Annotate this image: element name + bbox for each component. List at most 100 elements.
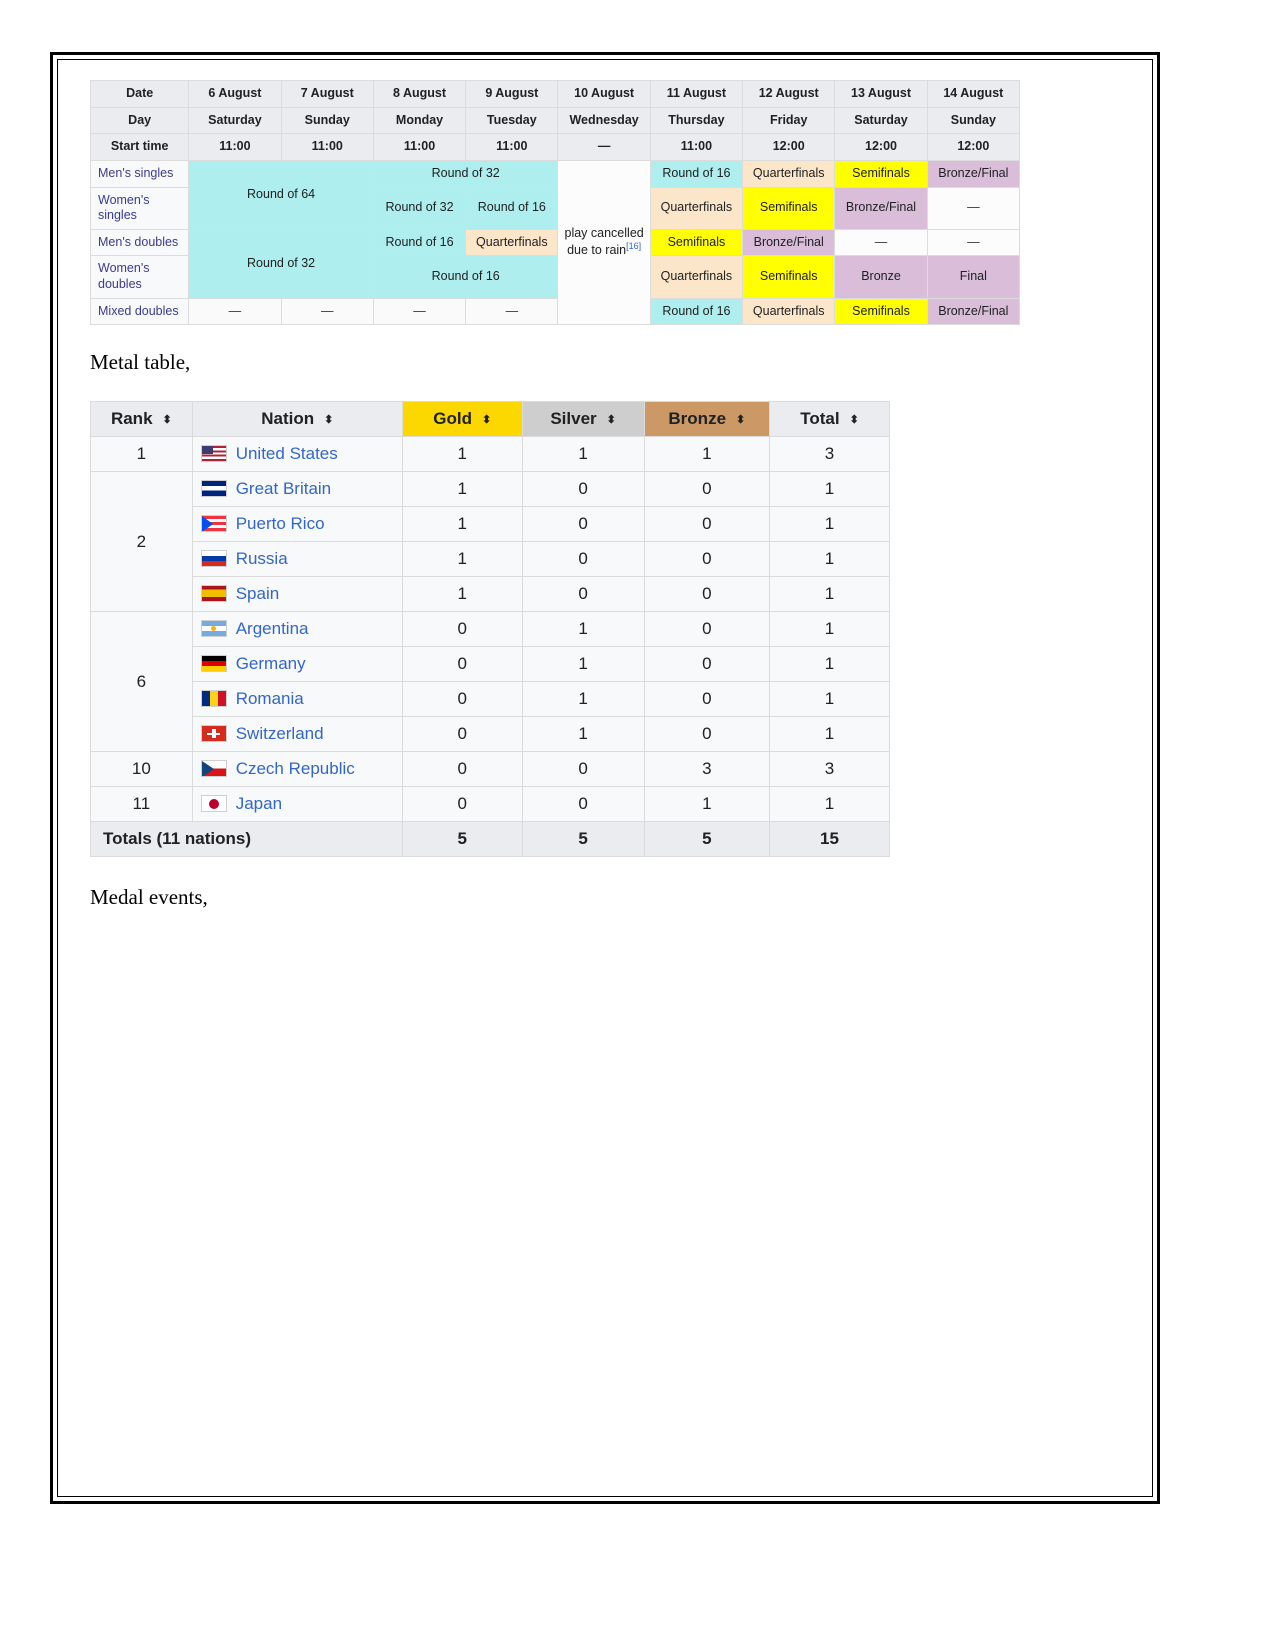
medal-header-gold[interactable]: Gold ⬍ [401, 401, 523, 438]
flag-icon-ru [200, 550, 227, 568]
table-row: 6 Argentina 0 1 0 1 [90, 611, 890, 753]
flag-icon-cz [200, 760, 227, 778]
schedule-day-7: Saturday [834, 106, 928, 135]
schedule-cell: Quarterfinals [742, 297, 836, 326]
medal-header-rank[interactable]: Rank ⬍ [90, 401, 193, 438]
medal-total-cell: 1 [769, 646, 890, 683]
sort-icon[interactable]: ⬍ [482, 415, 491, 426]
caption-medal-events: Medal events, [90, 885, 208, 910]
nation-link[interactable]: United States [236, 444, 338, 463]
medal-bronze-cell: 0 [643, 716, 771, 753]
nation-link[interactable]: Spain [236, 584, 279, 603]
schedule-day-2: Monday [372, 106, 467, 135]
medal-header-nation[interactable]: Nation ⬍ [191, 401, 403, 438]
nation-link[interactable]: Czech Republic [236, 759, 355, 778]
schedule-day-4: Wednesday [557, 106, 651, 135]
medal-rank-cell: 6 [90, 611, 193, 753]
medal-total-cell: 1 [769, 576, 890, 613]
schedule-cell: Round of 16 [372, 228, 467, 257]
nation-link[interactable]: Switzerland [236, 724, 324, 743]
schedule-date-8: 14 August [926, 80, 1021, 108]
nation-link[interactable]: Great Britain [236, 479, 331, 498]
medal-gold-cell: 0 [401, 646, 523, 683]
schedule-day-6: Friday [742, 106, 836, 135]
medal-bronze-cell: 1 [643, 436, 771, 473]
medal-gold-cell: 1 [401, 506, 523, 543]
medal-bronze-cell: 0 [643, 576, 771, 613]
flag-icon-ro [200, 690, 227, 708]
medal-nation-cell: Great Britain [191, 471, 403, 508]
medal-gold-cell: 1 [401, 436, 523, 473]
schedule-cell: — [465, 297, 559, 326]
table-row: 11 Japan 0 0 1 1 [90, 786, 890, 823]
sort-icon[interactable]: ⬍ [736, 415, 745, 426]
schedule-cell: Bronze [834, 255, 928, 299]
table-row: 2 Great Britain 1 0 0 1 [90, 471, 890, 613]
medal-bronze-cell: 0 [643, 611, 771, 648]
nation-link[interactable]: Germany [236, 654, 306, 673]
schedule-cell: — [926, 186, 1021, 230]
medal-rank-cell: 11 [90, 786, 193, 823]
table-row: 1 United States 1 1 1 3 [90, 436, 890, 473]
schedule-cell: — [280, 297, 374, 326]
medal-gold-cell: 1 [401, 541, 523, 578]
medal-header-silver[interactable]: Silver ⬍ [521, 401, 645, 438]
medal-header-bronze-label: Bronze [668, 409, 727, 429]
nation-link[interactable]: Argentina [236, 619, 309, 638]
schedule-event-label: Men's doubles [89, 228, 190, 257]
schedule-cell: Semifinals [649, 228, 744, 257]
schedule-event-label: Men's singles [89, 159, 190, 188]
schedule-cell: — [372, 297, 467, 326]
flag-icon-jp [200, 795, 227, 813]
schedule-row-mens-doubles: Men's doubles Round of 32 Round of 16 Qu… [89, 228, 1021, 299]
medal-gold-cell: 1 [401, 576, 523, 613]
nation-link[interactable]: Romania [236, 689, 304, 708]
flag-icon-pr [200, 515, 227, 533]
medal-rank-cell: 2 [90, 471, 193, 613]
medal-total-cell: 1 [769, 716, 890, 753]
sort-icon[interactable]: ⬍ [850, 415, 859, 426]
schedule-cell: Quarterfinals [649, 186, 744, 230]
schedule-label-start-time: Start time [89, 133, 190, 161]
sort-icon[interactable]: ⬍ [324, 415, 333, 426]
schedule-time-2: 11:00 [372, 133, 467, 161]
sort-icon[interactable]: ⬍ [163, 415, 172, 426]
schedule-label-date: Date [89, 80, 190, 108]
schedule-time-1: 11:00 [280, 133, 374, 161]
nation-link[interactable]: Puerto Rico [236, 514, 325, 533]
medal-bronze-cell: 1 [643, 786, 771, 823]
medal-header-bronze[interactable]: Bronze ⬍ [643, 401, 771, 438]
medal-gold-cell: 0 [401, 681, 523, 718]
schedule-date-6: 12 August [742, 80, 836, 108]
schedule-cell: Bronze/Final [926, 159, 1021, 188]
schedule-time-3: 11:00 [465, 133, 559, 161]
medal-header-total[interactable]: Total ⬍ [769, 401, 890, 438]
schedule-cell: — [188, 297, 282, 326]
medal-header-gold-label: Gold [433, 409, 472, 429]
medal-nation-cell: Russia [191, 541, 403, 578]
table-row: Spain 1 0 0 1 [91, 576, 890, 613]
schedule-event-label: Mixed doubles [89, 297, 190, 326]
medal-nation-cell: Romania [191, 681, 403, 718]
nation-link[interactable]: Japan [236, 794, 282, 813]
schedule-cell: Final [926, 255, 1021, 299]
flag-icon-us [200, 445, 227, 463]
medal-bronze-cell: 0 [643, 471, 771, 508]
sort-icon[interactable]: ⬍ [607, 415, 616, 426]
medal-nation-cell: United States [191, 436, 403, 473]
medal-totals-total: 15 [769, 821, 890, 858]
nation-link[interactable]: Russia [236, 549, 288, 568]
medal-bronze-cell: 0 [643, 506, 771, 543]
schedule-date-7: 13 August [834, 80, 928, 108]
schedule-cell: Round of 32 [188, 228, 374, 299]
medal-silver-cell: 1 [521, 681, 645, 718]
schedule-cell: Round of 16 [649, 297, 744, 326]
schedule-date-5: 11 August [649, 80, 744, 108]
medal-bronze-cell: 0 [643, 541, 771, 578]
flag-icon-de [200, 655, 227, 673]
medal-nation-cell: Spain [191, 576, 403, 613]
medal-silver-cell: 1 [521, 436, 645, 473]
medal-rank-cell: 1 [90, 436, 193, 473]
medal-totals-silver: 5 [521, 821, 645, 858]
medal-silver-cell: 0 [521, 541, 645, 578]
